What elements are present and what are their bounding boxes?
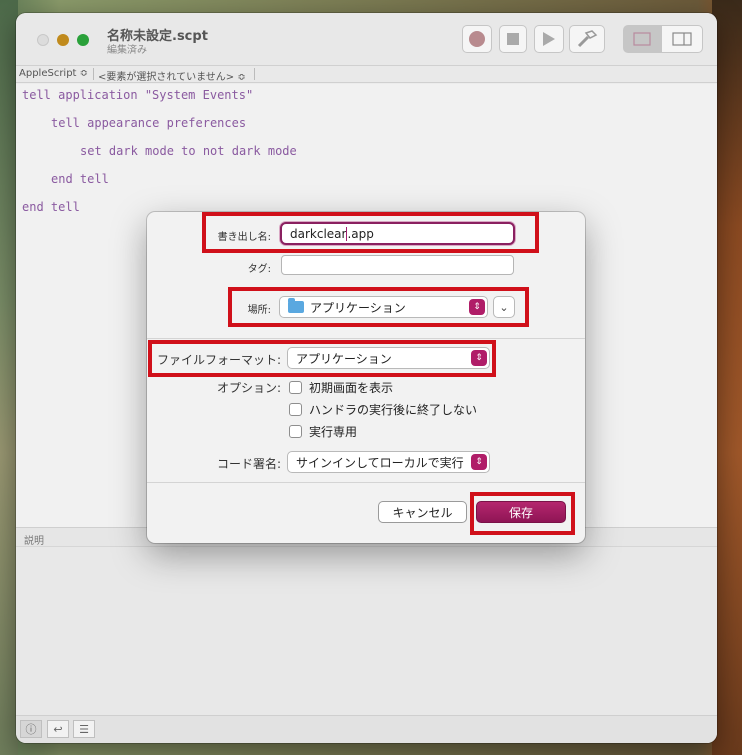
window-subtitle: 編集済み [107,45,147,56]
show-sidebar-button[interactable] [661,25,703,53]
zoom-button[interactable] [77,34,89,46]
highlight-box [228,287,529,327]
option-label: ハンドラの実行後に終了しない [309,403,478,417]
close-button[interactable] [37,34,49,46]
code-sign-value: サインインしてローカルで実行 [296,455,464,470]
highlight-box [148,340,496,377]
navigation-bar: AppleScript ≎ <要素が選択されていません> ≎ [16,65,717,83]
checkbox[interactable] [289,403,302,416]
nav-divider [93,68,94,80]
checkbox[interactable] [289,381,302,394]
bottom-toolbar: ⓘ ↩ ☰ [16,715,717,743]
description-label: 説明 [24,536,44,547]
reply-log-button[interactable]: ↩ [47,720,69,738]
info-icon: ⓘ [25,723,37,736]
run-button[interactable] [534,25,564,53]
sidebar-icon [672,32,692,46]
hammer-icon [577,30,598,48]
stop-button[interactable] [499,25,527,53]
compile-button[interactable] [569,25,605,53]
option-label: 初期画面を表示 [309,381,394,395]
highlight-box [202,212,539,253]
code-sign-popup[interactable]: サインインしてローカルで実行 ⇕ [287,451,490,473]
options-label: オプション: [216,381,281,395]
option-label: 実行専用 [309,425,358,439]
stop-icon [507,33,519,45]
popup-stepper-icon: ⇕ [471,454,487,470]
code-line: end tell [51,172,109,186]
element-selector[interactable]: <要素が選択されていません> ≎ [98,68,246,83]
play-icon [543,32,555,46]
nav-divider [254,68,255,80]
code-line: tell application "System Events" [22,88,254,102]
tags-label: タグ: [247,264,271,275]
titlebar: 名称未設定.scpt 編集済み [16,13,717,65]
checkbox[interactable] [289,425,302,438]
log-list-button[interactable]: ☰ [73,720,95,738]
tags-input[interactable] [281,255,514,275]
dialog-divider [147,482,585,483]
description-area[interactable] [16,547,717,715]
show-bundle-button[interactable] [623,25,661,53]
highlight-box [470,492,575,535]
info-button[interactable]: ⓘ [20,720,42,738]
option-stay-open[interactable]: ハンドラの実行後に終了しない [289,401,477,418]
minimize-button[interactable] [57,34,69,46]
option-run-only[interactable]: 実行専用 [289,423,357,440]
code-sign-label: コード署名: [216,457,281,471]
list-icon: ☰ [79,722,89,736]
code-line: end tell [22,200,80,214]
return-icon: ↩ [53,722,63,736]
record-icon [469,31,485,47]
code-line: set dark mode to not dark mode [80,144,297,158]
cancel-button[interactable]: キャンセル [378,501,467,523]
record-button[interactable] [462,25,492,53]
code-line: tell appearance preferences [51,116,247,130]
panel-icon [633,32,651,46]
dialog-divider [147,338,585,339]
language-selector[interactable]: AppleScript ≎ [19,68,88,79]
option-show-startup[interactable]: 初期画面を表示 [289,379,393,396]
